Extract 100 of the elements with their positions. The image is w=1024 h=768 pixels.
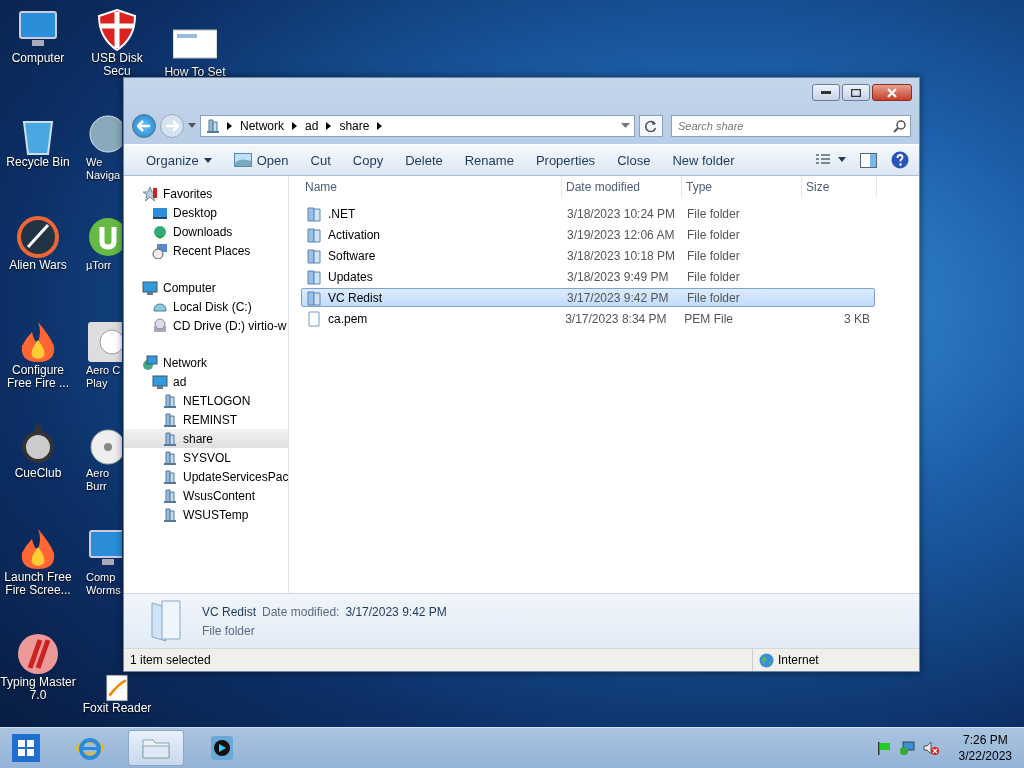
forward-arrow-icon bbox=[165, 120, 179, 132]
back-button[interactable] bbox=[132, 114, 156, 138]
nav-item[interactable]: NETLOGON bbox=[124, 391, 288, 410]
minimize-button[interactable] bbox=[812, 84, 840, 101]
toolbar-button[interactable]: New folder bbox=[664, 148, 743, 172]
minimize-icon bbox=[821, 90, 831, 95]
folder-icon bbox=[141, 736, 171, 760]
breadcrumb[interactable]: share bbox=[337, 119, 372, 133]
desktop-icon-label[interactable]: Computer bbox=[11, 52, 65, 65]
nav-item[interactable]: UpdateServicesPac bbox=[124, 467, 288, 486]
globe-icon[interactable] bbox=[86, 112, 122, 156]
desktop-icon-label[interactable]: USB Disk Secu bbox=[91, 52, 143, 78]
toolbar-button[interactable]: Open bbox=[225, 148, 297, 172]
nav-item[interactable]: Network bbox=[124, 353, 288, 372]
dropdown-icon[interactable] bbox=[621, 123, 630, 129]
column-header[interactable]: Type bbox=[682, 176, 802, 198]
desktop-icon-label[interactable]: Foxit Reader bbox=[82, 702, 152, 715]
toolbar-button[interactable]: Rename bbox=[456, 148, 522, 172]
toolbar-button[interactable]: Copy bbox=[344, 148, 392, 172]
nav-item[interactable]: Desktop bbox=[124, 203, 288, 222]
type-cell-text: File folder bbox=[686, 227, 741, 242]
desktop-icon-label[interactable]: Aero C Play bbox=[86, 364, 121, 390]
toolbar-button[interactable]: Cut bbox=[302, 148, 339, 172]
desktop-icon-label[interactable]: Recycle Bin bbox=[6, 156, 70, 169]
chevron-icon[interactable] bbox=[377, 122, 383, 130]
network-icon[interactable] bbox=[898, 741, 915, 755]
share-icon bbox=[162, 506, 178, 523]
toolbar-button[interactable]: Properties bbox=[527, 148, 604, 172]
nav-item[interactable]: Recent Places bbox=[124, 241, 288, 260]
desktop-icon-label[interactable]: Comp Worms bbox=[86, 571, 121, 597]
breadcrumb[interactable]: ad bbox=[303, 119, 321, 133]
desktop-icon-label[interactable]: Aero Burr bbox=[86, 467, 110, 493]
date-cell-text: 3/18/2023 10:18 PM bbox=[566, 248, 677, 263]
file-row[interactable]: VC Redist 3/17/2023 9:42 PM File folder bbox=[301, 288, 875, 307]
address-bar[interactable]: Network ad share bbox=[200, 115, 635, 137]
nav-item[interactable]: share bbox=[124, 429, 288, 448]
nav-item[interactable]: ad bbox=[124, 372, 288, 391]
toolbar-button[interactable]: Delete bbox=[397, 148, 451, 172]
network-icon bbox=[142, 354, 158, 371]
caret-icon bbox=[203, 157, 212, 163]
file-row[interactable]: Updates 3/18/2023 9:49 PM File folder bbox=[301, 267, 875, 286]
nav-item[interactable]: WSUSTemp bbox=[124, 505, 288, 524]
toolbar-button[interactable]: Close bbox=[609, 148, 659, 172]
details-label: Date modified: bbox=[262, 604, 340, 619]
file-row[interactable]: Software 3/18/2023 10:18 PM File folder bbox=[301, 246, 875, 265]
date-cell-text: 3/17/2023 9:42 PM bbox=[566, 290, 670, 305]
status-text: 1 item selected bbox=[130, 653, 211, 667]
desktop-icon-label[interactable]: CueClub bbox=[14, 467, 62, 480]
start-button[interactable] bbox=[12, 734, 40, 762]
type-cell-text: File folder bbox=[686, 248, 741, 263]
share-icon bbox=[162, 487, 178, 504]
nav-item[interactable]: Downloads bbox=[124, 222, 288, 241]
nav-item[interactable]: CD Drive (D:) virtio-w bbox=[124, 316, 288, 335]
desktop-icon-label[interactable]: Typing Master 7.0 bbox=[0, 676, 76, 702]
share-icon bbox=[162, 430, 178, 447]
desktop-icon-label[interactable]: We Naviga bbox=[86, 156, 121, 182]
chevron-icon[interactable] bbox=[326, 122, 332, 130]
column-header[interactable]: Name bbox=[301, 176, 562, 198]
computer-icon bbox=[142, 279, 158, 296]
dropdown-icon[interactable] bbox=[188, 123, 196, 129]
details-date: 3/17/2023 9:42 PM bbox=[345, 604, 447, 619]
maximize-button[interactable] bbox=[842, 84, 870, 101]
nav-item[interactable]: SYSVOL bbox=[124, 448, 288, 467]
help-icon[interactable] bbox=[891, 151, 909, 169]
share-icon bbox=[162, 392, 178, 409]
nav-item[interactable]: Local Disk (C:) bbox=[124, 297, 288, 316]
desktop-icon-label[interactable]: Alien Wars bbox=[9, 259, 67, 272]
chevron-icon[interactable] bbox=[227, 122, 232, 130]
breadcrumb[interactable]: Network bbox=[238, 119, 286, 133]
desktop-icon-label[interactable]: µTorr bbox=[86, 259, 112, 272]
desktop-icon-label[interactable]: Configure Free Fire ... bbox=[7, 364, 69, 390]
muted-speaker-icon[interactable] bbox=[922, 741, 939, 755]
zone-label: Internet bbox=[778, 653, 819, 667]
file-row[interactable]: .NET 3/18/2023 10:24 PM File folder bbox=[301, 204, 875, 223]
column-header[interactable]: Date modified bbox=[562, 176, 682, 198]
flag-icon[interactable] bbox=[876, 741, 891, 755]
maximize-icon bbox=[851, 88, 861, 97]
file-row[interactable]: ca.pem 3/17/2023 8:34 PM PEM File 3 KB bbox=[301, 309, 875, 328]
nav-item[interactable]: Computer bbox=[124, 278, 288, 297]
nav-item[interactable]: REMINST bbox=[124, 410, 288, 429]
details-name: VC Redist bbox=[202, 604, 257, 619]
clock[interactable]: 7:26 PM 3/22/2023 bbox=[958, 732, 1012, 764]
nav-item[interactable]: Favorites bbox=[124, 184, 288, 203]
close-icon bbox=[887, 87, 897, 98]
file-row[interactable]: Activation 3/19/2023 12:06 AM File folder bbox=[301, 225, 875, 244]
share-icon bbox=[162, 411, 178, 428]
desktop-icon-label[interactable]: Launch Free Fire Scree... bbox=[4, 571, 72, 597]
chevron-icon[interactable] bbox=[292, 122, 297, 130]
close-button[interactable] bbox=[872, 84, 912, 101]
shield-icon[interactable] bbox=[95, 8, 139, 52]
toolbar-menu[interactable]: Organize bbox=[138, 148, 220, 172]
column-header[interactable]: Size bbox=[802, 176, 877, 198]
refresh-button[interactable] bbox=[639, 115, 663, 137]
share-icon bbox=[162, 449, 178, 466]
picture-icon bbox=[233, 153, 252, 167]
nav-item[interactable]: WsusContent bbox=[124, 486, 288, 505]
preview-pane-icon[interactable] bbox=[860, 152, 877, 168]
view-options-icon[interactable] bbox=[816, 154, 846, 166]
desktop-icon-label[interactable]: How To Set bbox=[164, 66, 226, 79]
type-cell-text: File folder bbox=[686, 269, 741, 284]
